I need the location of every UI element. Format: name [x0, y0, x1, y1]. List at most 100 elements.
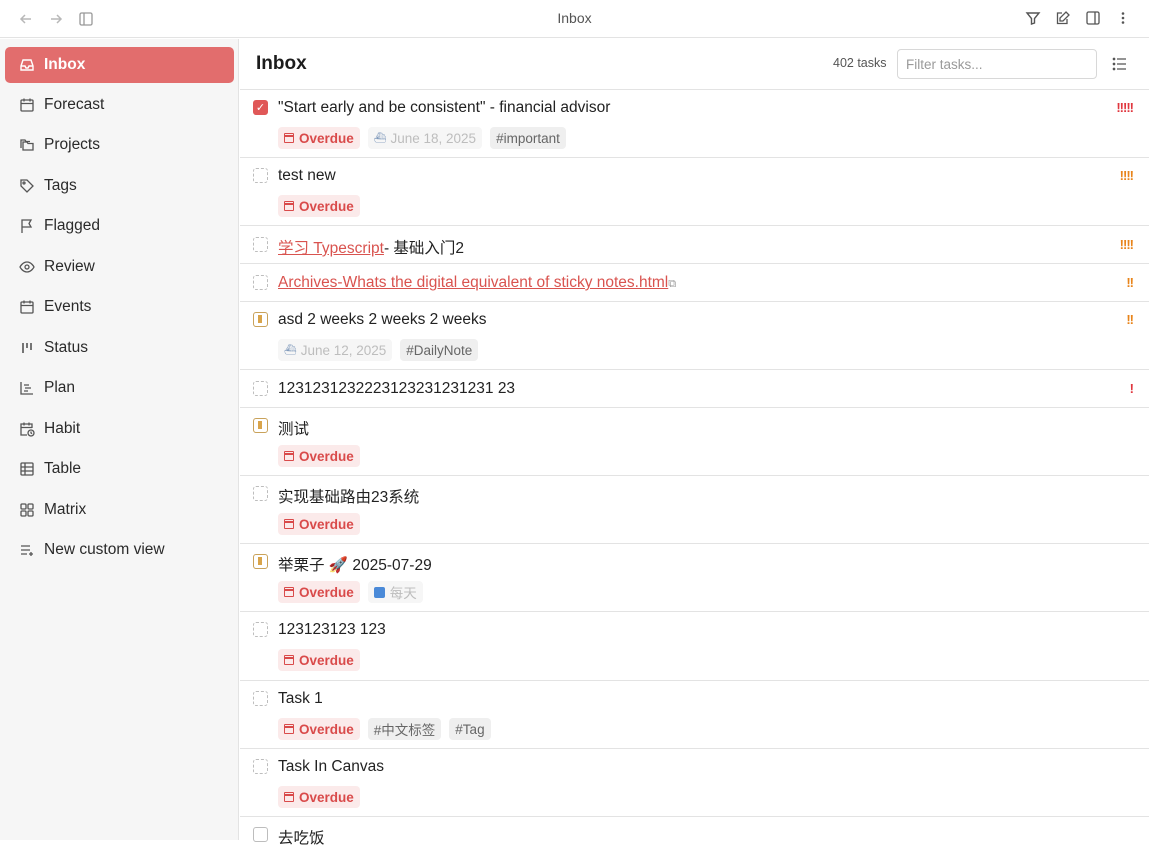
sidebar-item-events[interactable]: Events: [5, 289, 234, 325]
task-checkbox-in-progress[interactable]: [253, 312, 268, 327]
sidebar: Inbox Forecast Projects Tags Flagged Rev…: [0, 39, 239, 840]
task-row[interactable]: Archives-Whats the digital equivalent of…: [240, 264, 1149, 302]
main-content: Inbox 402 tasks ✓ "Start early and be co…: [240, 39, 1149, 847]
date-badge[interactable]: ⛴ June 18, 2025: [367, 127, 483, 149]
sidebar-item-inbox[interactable]: Inbox: [5, 47, 234, 83]
sidebar-item-plan[interactable]: Plan: [5, 370, 234, 406]
task-checkbox[interactable]: [253, 168, 268, 183]
sidebar-item-label: Events: [44, 298, 92, 315]
calendar-icon: [284, 201, 294, 211]
panel-right-icon[interactable]: [1085, 9, 1101, 27]
more-vertical-icon[interactable]: [1115, 9, 1131, 27]
task-row[interactable]: 去吃饭: [240, 817, 1149, 847]
task-checkbox-in-progress[interactable]: [253, 418, 268, 433]
overdue-badge[interactable]: Overdue: [278, 127, 360, 149]
overdue-badge[interactable]: Overdue: [278, 513, 360, 535]
task-title: 学习 Typescript- 基础入门2: [278, 240, 465, 257]
task-row[interactable]: 123123123 123 Overdue: [240, 612, 1149, 681]
task-row[interactable]: 1231231232223123231231231 23 !: [240, 370, 1149, 408]
sidebar-item-table[interactable]: Table: [5, 451, 234, 487]
title-bar: Inbox: [0, 0, 1149, 38]
sidebar-item-new-custom-view[interactable]: New custom view: [5, 532, 234, 568]
edit-note-icon[interactable]: [1055, 9, 1071, 27]
sidebar-item-tags[interactable]: Tags: [5, 168, 234, 204]
list-plus-icon: [19, 541, 35, 559]
filter-icon[interactable]: [1025, 9, 1041, 27]
calendar-icon: [284, 451, 294, 461]
task-row[interactable]: asd 2 weeks 2 weeks 2 weeks !! ⛴ June 12,…: [240, 302, 1149, 370]
task-checkbox[interactable]: [253, 622, 268, 637]
ship-icon: ⛴: [284, 344, 297, 356]
task-row[interactable]: 测试 Overdue: [240, 408, 1149, 476]
overdue-badge[interactable]: Overdue: [278, 786, 360, 808]
task-title: "Start early and be consistent" - financ…: [278, 99, 611, 116]
priority-indicator: !!: [1126, 312, 1134, 327]
window-title: Inbox: [557, 10, 592, 26]
task-link[interactable]: Archives-Whats the digital equivalent of…: [278, 274, 668, 291]
calendar-icon: [284, 724, 294, 734]
sidebar-item-label: Inbox: [44, 56, 86, 73]
task-row[interactable]: 实现基础路由23系统 Overdue: [240, 476, 1149, 544]
sidebar-item-projects[interactable]: Projects: [5, 127, 234, 163]
sidebar-item-flagged[interactable]: Flagged: [5, 208, 234, 244]
sidebar-item-status[interactable]: Status: [5, 330, 234, 366]
sidebar-item-label: Plan: [44, 379, 76, 396]
task-checkbox[interactable]: [253, 691, 268, 706]
sidebar-item-label: Status: [44, 339, 88, 356]
task-checkbox-checked[interactable]: ✓: [253, 100, 268, 115]
table-icon: [19, 460, 35, 478]
task-checkbox[interactable]: [253, 486, 268, 501]
sidebar-item-matrix[interactable]: Matrix: [5, 492, 234, 528]
sidebar-item-forecast[interactable]: Forecast: [5, 87, 234, 123]
kanban-icon: [19, 339, 35, 357]
repeat-badge[interactable]: 每天: [367, 581, 423, 603]
calendar-icon: [19, 96, 35, 114]
overdue-badge[interactable]: Overdue: [278, 649, 360, 671]
task-checkbox-in-progress[interactable]: [253, 554, 268, 569]
priority-indicator: !!!!: [1119, 168, 1134, 183]
calendar-icon: [284, 655, 294, 665]
task-link[interactable]: 学习 Typescript: [278, 240, 384, 257]
sidebar-item-label: Matrix: [44, 501, 87, 518]
task-row[interactable]: test new !!!! Overdue: [240, 158, 1149, 226]
task-row[interactable]: Task 1 Overdue #中文标签 #Tag: [240, 681, 1149, 749]
tag-chip[interactable]: #DailyNote: [400, 339, 479, 361]
overdue-badge[interactable]: Overdue: [278, 581, 360, 603]
tag-chip[interactable]: #important: [490, 127, 566, 149]
calendar-clock-icon: [19, 420, 35, 438]
tag-icon: [19, 177, 35, 195]
sidebar-item-label: New custom view: [44, 541, 165, 558]
sidebar-item-review[interactable]: Review: [5, 249, 234, 285]
external-link-icon: ⧉: [668, 278, 677, 290]
flag-icon: [19, 217, 35, 235]
task-checkbox[interactable]: [253, 759, 268, 774]
tag-chip[interactable]: #Tag: [449, 718, 491, 740]
calendar-icon: [19, 298, 35, 316]
task-checkbox[interactable]: [253, 381, 268, 396]
sidebar-item-habit[interactable]: Habit: [5, 411, 234, 447]
task-row[interactable]: 学习 Typescript- 基础入门2 !!!!: [240, 226, 1149, 264]
tag-chip[interactable]: #中文标签: [367, 718, 442, 740]
list-view-icon[interactable]: [1112, 55, 1128, 73]
overdue-badge[interactable]: Overdue: [278, 718, 360, 740]
sidebar-item-label: Habit: [44, 420, 81, 437]
sidebar-item-label: Flagged: [44, 217, 101, 234]
task-row[interactable]: 举栗子 🚀 2025-07-29 Overdue 每天: [240, 544, 1149, 612]
task-title: 实现基础路由23系统: [278, 489, 420, 506]
ship-icon: ⛴: [373, 132, 387, 144]
task-row[interactable]: Task In Canvas Overdue: [240, 749, 1149, 817]
task-checkbox[interactable]: [253, 275, 268, 290]
calendar-icon: [284, 133, 294, 143]
task-title: Archives-Whats the digital equivalent of…: [278, 274, 676, 292]
priority-indicator: !!: [1126, 275, 1134, 290]
task-checkbox[interactable]: [253, 237, 268, 252]
task-title: asd 2 weeks 2 weeks 2 weeks: [278, 311, 487, 328]
task-row[interactable]: ✓ "Start early and be consistent" - fina…: [240, 90, 1149, 158]
date-badge[interactable]: ⛴ June 12, 2025: [278, 339, 393, 361]
task-count: 402 tasks: [833, 56, 887, 70]
overdue-badge[interactable]: Overdue: [278, 445, 360, 467]
gantt-icon: [19, 379, 35, 397]
overdue-badge[interactable]: Overdue: [278, 195, 360, 217]
filter-tasks-input[interactable]: [897, 49, 1097, 79]
task-title: 1231231232223123231231231 23: [278, 380, 516, 397]
